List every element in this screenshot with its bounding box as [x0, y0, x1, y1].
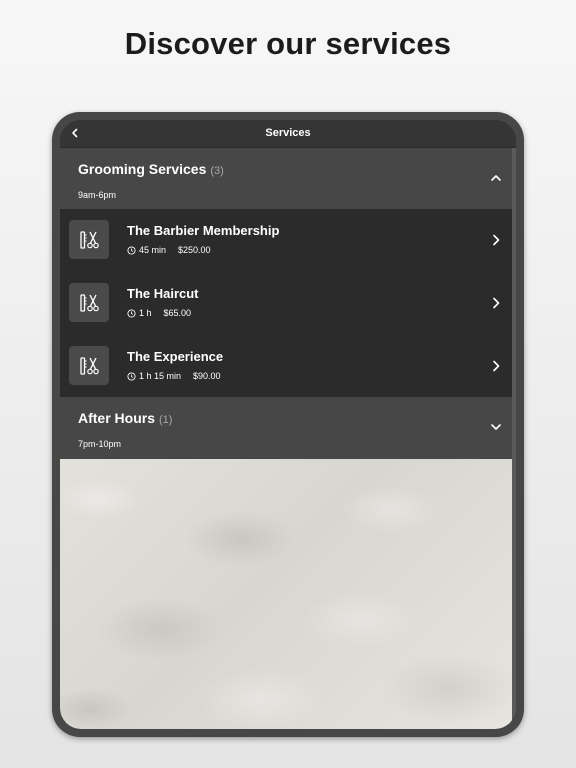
- section-title-text: Grooming Services: [78, 161, 207, 177]
- chevron-right-icon: [490, 232, 502, 248]
- service-price: $250.00: [178, 245, 211, 255]
- section-title-text: After Hours: [78, 410, 156, 426]
- navigation-bar: Services: [60, 120, 516, 148]
- clock-icon: [127, 371, 136, 381]
- service-name: The Barbier Membership: [127, 223, 280, 238]
- service-icon-tile: [69, 346, 109, 385]
- service-duration: 1 h 15 min: [139, 371, 182, 381]
- service-row-experience[interactable]: The Experience 1 h 15 min $90.00: [60, 335, 512, 397]
- service-meta: 45 min $250.00: [127, 245, 211, 255]
- scrollbar[interactable]: [512, 148, 516, 729]
- chevron-up-icon: [491, 175, 501, 181]
- comb-scissors-icon: [80, 293, 99, 312]
- chevron-right-icon: [490, 295, 502, 311]
- comb-scissors-icon: [80, 356, 99, 375]
- section-count: (3): [210, 165, 224, 177]
- section-count: (1): [159, 414, 173, 426]
- service-name: The Haircut: [127, 286, 199, 301]
- clock-icon: [127, 308, 136, 318]
- service-icon-tile: [69, 283, 109, 322]
- collapse-toggle[interactable]: [488, 170, 504, 186]
- chevron-down-icon: [491, 424, 501, 430]
- nav-title: Services: [265, 127, 311, 139]
- section-header-after-hours[interactable]: After Hours (1) 7pm-10pm: [60, 397, 512, 459]
- service-row-haircut[interactable]: The Haircut 1 h $65.00: [60, 272, 512, 334]
- clock-icon: [127, 245, 136, 255]
- service-list: The Barbier Membership 45 min $250.00 Th…: [60, 209, 512, 397]
- comb-scissors-icon: [80, 230, 99, 249]
- service-price: $90.00: [193, 371, 221, 381]
- page-headline: Discover our services: [124, 26, 452, 61]
- service-meta: 1 h $65.00: [127, 308, 191, 318]
- app-screen: Services Grooming Services (3) 9am-6pm T…: [60, 120, 516, 729]
- service-price: $65.00: [163, 308, 192, 318]
- section-header-grooming-services[interactable]: Grooming Services (3) 9am-6pm: [60, 148, 512, 210]
- service-row-barbier-membership[interactable]: The Barbier Membership 45 min $250.00: [60, 209, 512, 271]
- section-title: Grooming Services (3): [78, 161, 224, 177]
- service-duration: 1 h: [139, 308, 152, 318]
- expand-toggle[interactable]: [488, 419, 504, 435]
- section-title: After Hours (1): [78, 410, 172, 426]
- chevron-right-icon: [490, 358, 502, 374]
- service-duration: 45 min: [139, 245, 167, 255]
- section-hours: 7pm-10pm: [78, 439, 122, 449]
- service-icon-tile: [69, 220, 109, 259]
- service-meta: 1 h 15 min $90.00: [127, 371, 221, 381]
- tablet-frame: Services Grooming Services (3) 9am-6pm T…: [52, 112, 524, 737]
- textured-wall-background: [60, 459, 512, 729]
- service-name: The Experience: [127, 349, 224, 364]
- section-hours: 9am-6pm: [78, 190, 117, 200]
